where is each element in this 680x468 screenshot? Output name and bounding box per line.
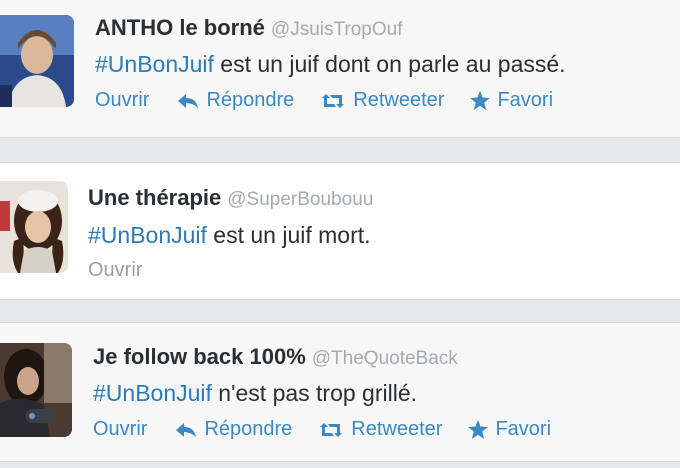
- reply-button[interactable]: Répondre: [177, 89, 294, 112]
- open-label[interactable]: Ouvrir: [93, 418, 147, 441]
- hashtag-link[interactable]: #UnBonJuif: [93, 380, 212, 406]
- hashtag-link[interactable]: #UnBonJuif: [95, 51, 214, 77]
- star-icon: [470, 91, 491, 110]
- open-link[interactable]: Ouvrir: [93, 418, 147, 441]
- reply-button[interactable]: Répondre: [175, 418, 292, 441]
- reply-label[interactable]: Répondre: [204, 418, 292, 441]
- display-name-text[interactable]: Je follow back 100%: [93, 344, 306, 369]
- tweet-3[interactable]: Je follow back 100% @TheQuoteBack #UnBonJ…: [0, 322, 680, 462]
- tweet-body: est un juif dont on parle au passé.: [213, 51, 566, 77]
- retweet-label[interactable]: Retweeter: [351, 418, 442, 441]
- hashtag-link[interactable]: #UnBonJuif: [88, 222, 207, 248]
- user-handle[interactable]: @JsuisTropOuf: [271, 19, 403, 40]
- favorite-label[interactable]: Favori: [497, 89, 553, 112]
- open-link[interactable]: Ouvrir: [88, 259, 142, 282]
- tweet-text: #UnBonJuif n'est pas trop grillé.: [93, 380, 417, 407]
- open-link[interactable]: Ouvrir: [95, 89, 149, 112]
- tweet-actions: Ouvrir: [88, 259, 168, 282]
- tweet-body: n'est pas trop grillé.: [211, 380, 418, 406]
- tweet-actions: Ouvrir Répondre Retweeter Favori: [93, 418, 577, 441]
- avatar[interactable]: [0, 343, 72, 437]
- star-icon: [468, 420, 489, 439]
- tweet-2[interactable]: Une thérapie @SuperBoubouu #UnBonJuif est…: [0, 162, 680, 300]
- favorite-label[interactable]: Favori: [495, 418, 551, 441]
- retweet-button[interactable]: Retweeter: [320, 89, 444, 112]
- reply-icon: [178, 93, 199, 108]
- open-label[interactable]: Ouvrir: [88, 259, 142, 282]
- retweet-button[interactable]: Retweeter: [318, 418, 442, 441]
- retweet-label[interactable]: Retweeter: [353, 89, 444, 112]
- avatar[interactable]: [0, 181, 68, 273]
- tweet-actions: Ouvrir Répondre Retweeter Favori: [95, 89, 579, 112]
- retweet-icon: [322, 93, 345, 108]
- display-name-text[interactable]: ANTHO le borné: [95, 15, 265, 40]
- favorite-button[interactable]: Favori: [470, 89, 553, 112]
- tweet-body: est un juif mort.: [206, 222, 371, 248]
- user-handle[interactable]: @SuperBoubouu: [227, 189, 373, 210]
- display-name[interactable]: Une thérapie @SuperBoubouu: [88, 185, 373, 211]
- display-name-text[interactable]: Une thérapie: [88, 185, 221, 210]
- display-name[interactable]: Je follow back 100% @TheQuoteBack: [93, 344, 458, 370]
- user-handle[interactable]: @TheQuoteBack: [312, 348, 458, 369]
- avatar[interactable]: [0, 15, 74, 107]
- display-name[interactable]: ANTHO le borné @JsuisTropOuf: [95, 15, 402, 41]
- reply-label[interactable]: Répondre: [206, 89, 294, 112]
- open-label[interactable]: Ouvrir: [95, 89, 149, 112]
- tweet-text: #UnBonJuif est un juif dont on parle au …: [95, 51, 566, 78]
- reply-icon: [176, 422, 197, 437]
- tweet-1[interactable]: ANTHO le borné @JsuisTropOuf #UnBonJuif e…: [0, 0, 680, 138]
- retweet-icon: [320, 422, 343, 437]
- tweet-text: #UnBonJuif est un juif mort.: [88, 222, 371, 249]
- favorite-button[interactable]: Favori: [468, 418, 551, 441]
